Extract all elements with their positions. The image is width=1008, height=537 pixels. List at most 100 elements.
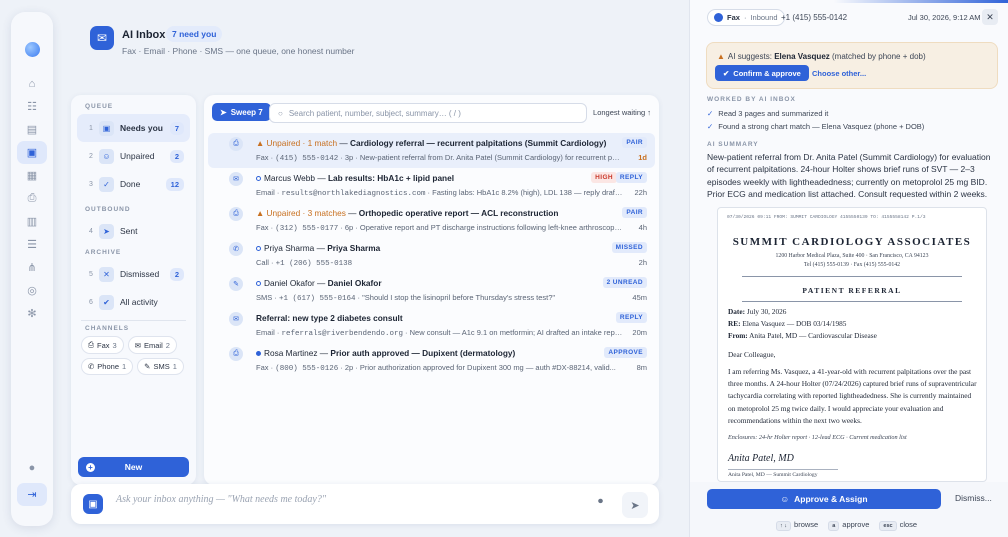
field-value: Anita Patel, MD — Cardiovascular Disease	[749, 331, 877, 340]
sweep-button[interactable]: ➤ Sweep 7	[212, 103, 271, 121]
ask-input[interactable]: Ask your inbox anything — "What needs me…	[116, 494, 326, 505]
share-icon[interactable]: ⋔	[17, 256, 47, 279]
fax-icon: ⎙	[229, 137, 243, 151]
dismiss-button[interactable]: Dismiss...	[955, 493, 992, 503]
ai-assistant-icon[interactable]: ▣	[83, 494, 103, 514]
choose-other-link[interactable]: Choose other...	[812, 69, 866, 78]
trash-icon: ✕	[99, 266, 114, 282]
send-button[interactable]: ➤	[622, 492, 648, 518]
chart-icon[interactable]: ▤	[17, 118, 47, 141]
row-from: (415) 555-0142	[275, 155, 339, 163]
channel-chip-sms[interactable]: ✎ SMS 1	[137, 358, 184, 375]
inbox-icon: ▣	[99, 120, 114, 136]
list-item[interactable]: ⎙ ▲ Unpaired · 1 match — Cardiology refe…	[208, 133, 655, 168]
chip-count: 3	[112, 340, 117, 350]
inbox-icon[interactable]: ▣	[17, 141, 47, 164]
row-subject: Lab results: HbA1c + lipid panel	[327, 173, 455, 183]
key-cap: ↑ ↓	[776, 521, 792, 531]
divider	[742, 276, 962, 277]
confirm-approve-button[interactable]: ✔ Confirm & approve	[715, 65, 809, 81]
queue-item-done[interactable]: 3 ✓ Done 12	[77, 170, 190, 198]
fax-icon	[714, 13, 723, 22]
printer-icon[interactable]: ⎙	[17, 187, 47, 210]
inbox-list-panel: ➤ Sweep 7 ○ Search patient, number, subjec…	[204, 95, 659, 485]
row-pages: 2p	[344, 363, 354, 372]
need-you-badge[interactable]: 7 need you	[166, 26, 223, 42]
row-age: 45m	[632, 293, 647, 302]
list-item[interactable]: ✉ Referral: new type 2 diabetes consult …	[208, 308, 655, 343]
status-badge: PAIR	[622, 207, 647, 218]
home-icon[interactable]: ⌂	[17, 72, 47, 95]
new-button-label: New	[124, 462, 143, 472]
detail-panel: Fax · Inbound +1 (415) 555-0142 Jul 30, 20…	[689, 0, 1008, 537]
chip-label: SMS	[153, 362, 170, 371]
target-icon[interactable]: ◎	[17, 279, 47, 302]
row-name: Marcus Webb	[264, 173, 316, 183]
list-item[interactable]: ✎ Daniel Okafor — Daniel Okafor SMS · +1…	[208, 273, 655, 308]
channel-chip-fax[interactable]: ⎙ Fax 3	[81, 336, 124, 354]
status-badge: REPLY	[615, 172, 647, 183]
hint-approve: a approve	[828, 520, 869, 531]
calendar-icon[interactable]: ▥	[17, 210, 47, 233]
row-from: +1 (206) 555-0138	[275, 260, 353, 268]
fax-icon: ⎙	[88, 340, 94, 349]
shortcut-number: 2	[89, 152, 93, 160]
queue-item-unpaired[interactable]: 2 ☺ Unpaired 2	[77, 142, 190, 170]
list-item[interactable]: ✉ Marcus Webb — Lab results: HbA1c + lip…	[208, 168, 655, 203]
confirm-label: Confirm & approve	[733, 68, 801, 78]
close-button[interactable]: ✕	[982, 9, 998, 25]
send-icon: ➤	[630, 499, 640, 512]
new-button[interactable]: + New	[78, 457, 189, 477]
chip-label: Phone	[97, 362, 119, 371]
queue-item-dismissed[interactable]: 5 ✕ Dismissed 2	[77, 260, 190, 288]
people-icon[interactable]: ☷	[17, 95, 47, 118]
settings-icon[interactable]: ✻	[17, 302, 47, 325]
chip-count: 1	[172, 362, 177, 371]
list-item[interactable]: ⎙ ▲ Unpaired · 3 matches — Orthopedic op…	[208, 203, 655, 238]
row-name: Priya Sharma	[264, 243, 315, 253]
shortcut-number: 5	[89, 270, 93, 278]
sort-dropdown[interactable]: Longest waiting ↑	[593, 108, 651, 117]
app-logo[interactable]	[25, 42, 40, 57]
row-age: 4h	[638, 223, 647, 232]
row-subject: Prior auth approved — Dupixent (dermatol…	[330, 348, 516, 358]
user-list-icon[interactable]: ☰	[17, 233, 47, 256]
keyboard-hints: ↑ ↓ browse a approve esc close	[776, 520, 917, 531]
fax-title: PATIENT REFERRAL	[802, 286, 902, 295]
fax-document-preview[interactable]: 07/30/2026 09:11 FROM: SUMMIT CARDIOLOGY…	[717, 207, 987, 482]
worked-text: Found a strong chart match — Elena Vasqu…	[718, 122, 925, 131]
microphone-icon[interactable]: ⏺	[598, 496, 603, 507]
row-subject: Daniel Okafor	[327, 278, 382, 288]
fax-greeting: Dear Colleague,	[728, 350, 776, 359]
list-item[interactable]: ✆ Priya Sharma — Priya Sharma Call · +1 …	[208, 238, 655, 273]
phone-icon: ✆	[88, 362, 95, 371]
channel-chip-email[interactable]: ✉ Email 2	[127, 336, 177, 354]
channel-chip-phone[interactable]: ✆ Phone 1	[81, 358, 134, 375]
suggest-prefix: AI suggests:	[727, 52, 772, 61]
row-pages: 6p	[344, 223, 354, 232]
fax-org-name: SUMMIT CARDIOLOGY ASSOCIATES	[732, 236, 972, 248]
queue-item-sent[interactable]: 4 ➤ Sent	[77, 217, 190, 245]
logout-icon[interactable]: ⇥	[17, 483, 47, 506]
row-subject: Referral: new type 2 diabetes consult	[256, 313, 403, 323]
fax-body: I am referring Ms. Vasquez, a 41-year-ol…	[728, 367, 977, 425]
row-channel: Fax	[256, 223, 269, 232]
nav-rail: ⌂ ☷ ▤ ▣ ▦ ⎙ ▥ ☰ ⋔ ◎ ✻ ● ⇥	[11, 12, 53, 526]
queue-item-label: Dismissed	[120, 269, 160, 279]
search-input[interactable]: ○ Search patient, number, subject, summar…	[269, 103, 587, 123]
email-icon: ✉	[229, 172, 243, 186]
shortcut-number: 4	[89, 227, 93, 235]
person-icon: ☺	[99, 148, 114, 164]
row-snippet: New-patient referral from Dr. Anita Pate…	[359, 153, 623, 162]
fax-signature-sub: Anita Patel, MD — Summit Cardiology	[728, 472, 818, 478]
queue-item-label: Sent	[120, 226, 138, 236]
approve-assign-button[interactable]: ☺ Approve & Assign	[707, 489, 941, 509]
sweep-label: Sweep 7	[230, 107, 263, 117]
queue-item-needs-you[interactable]: 1 ▣ Needs you 7	[77, 114, 190, 142]
avatar-icon[interactable]: ●	[17, 456, 47, 479]
queue-item-all-activity[interactable]: 6 ✔ All activity	[77, 288, 190, 316]
list-item[interactable]: ⎙ Rosa Martinez — Prior auth approved — …	[208, 343, 655, 378]
grid-icon[interactable]: ▦	[17, 164, 47, 187]
email-icon: ✉	[229, 312, 243, 326]
queue-panel: QUEUE 1 ▣ Needs you 7 2 ☺ Unpaired 2 3 ✓…	[71, 95, 196, 485]
